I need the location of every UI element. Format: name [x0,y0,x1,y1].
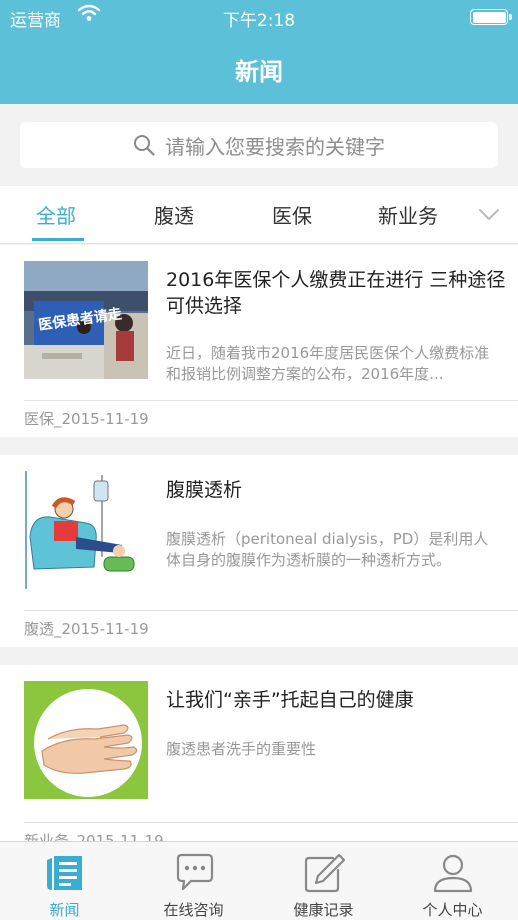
divider [24,822,518,823]
search-input[interactable]: 请输入您要搜索的关键字 [20,122,498,168]
news-meta: 新业务_2015-11-19 [24,832,164,841]
tabbar-label: 新闻 [49,901,80,919]
search-placeholder: 请输入您要搜索的关键字 [165,134,385,159]
chat-bubble-icon [176,853,214,891]
news-summary: 腹透患者洗手的重要性 [166,740,317,758]
news-thumbnail [24,681,148,799]
active-tab-indicator [32,238,84,241]
edit-record-icon [304,853,345,893]
divider [24,400,518,401]
news-item[interactable]: 医保患者请走 2016年医保个人缴费正在进行 三种途径可供选择 近日，随着我市2… [0,245,518,437]
news-summary: 腹膜透析（peritoneal dialysis，PD）是利用人体自身的腹膜作为… [166,530,489,569]
tabbar-label: 个人中心 [422,901,483,919]
tabbar-item-consult[interactable]: 在线咨询 [129,842,258,920]
news-title: 让我们“亲手”托起自己的健康 [166,689,414,711]
news-title: 腹膜透析 [166,479,243,501]
user-icon [433,854,473,893]
news-thumbnail: 医保患者请走 [24,261,148,379]
tab-peritoneal[interactable]: 腹透 [154,200,194,229]
clock-time: 下午2:18 [222,11,296,31]
page-title: 新闻 [235,58,283,86]
news-thumbnail [24,471,148,589]
category-tabs: 全部 腹透 医保 新业务 [0,186,518,244]
news-meta: 腹透_2015-11-19 [24,620,149,638]
tabbar-item-health-record[interactable]: 健康记录 [259,842,388,920]
news-summary: 近日，随着我市2016年度居民医保个人缴费标准和报销比例调整方案的公布，2016… [166,344,490,383]
app-header: 运营商 下午2:18 新闻 [0,0,518,104]
search-icon [134,135,155,156]
divider [24,610,518,611]
battery-icon [470,9,512,25]
chevron-down-icon[interactable] [478,208,500,222]
tab-all[interactable]: 全部 [36,200,76,229]
tab-medical-insurance[interactable]: 医保 [272,200,312,229]
tab-new-business[interactable]: 新业务 [378,200,438,229]
news-feed: 医保患者请走 2016年医保个人缴费正在进行 三种途径可供选择 近日，随着我市2… [0,245,518,841]
tabbar-item-news[interactable]: 新闻 [0,842,129,920]
news-item[interactable]: 腹膜透析 腹膜透析（peritoneal dialysis，PD）是利用人体自身… [0,455,518,647]
news-item[interactable]: 让我们“亲手”托起自己的健康 腹透患者洗手的重要性 新业务_2015-11-19 [0,665,518,841]
tabbar-label: 在线咨询 [163,901,224,919]
news-meta: 医保_2015-11-19 [24,410,149,428]
newspaper-icon [47,856,82,890]
tabbar-label: 健康记录 [293,901,354,919]
tabbar-item-profile[interactable]: 个人中心 [388,842,517,920]
search-area: 请输入您要搜索的关键字 [0,104,518,186]
bottom-tab-bar: 新闻 在线咨询 健康记录 个人中心 [0,841,518,920]
news-title: 2016年医保个人缴费正在进行 三种途径可供选择 [166,269,506,317]
status-bar: 运营商 下午2:18 [0,0,518,34]
